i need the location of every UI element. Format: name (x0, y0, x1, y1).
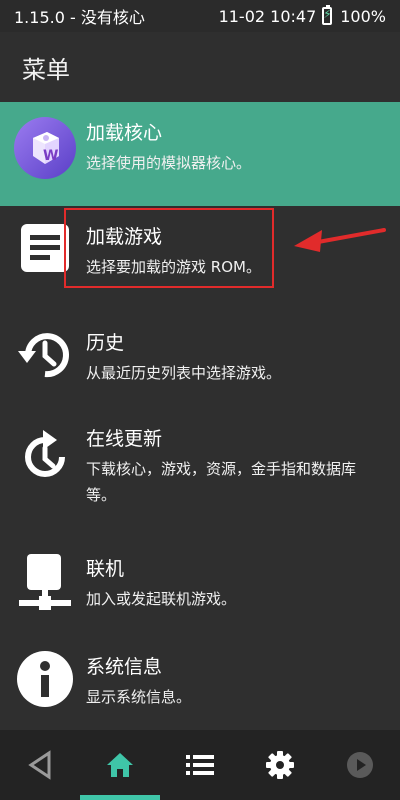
page-title: 菜单 (22, 55, 70, 84)
status-bar: 1.15.0 - 没有核心 11-02 10:47 ⚡ 100% (0, 0, 400, 32)
update-clock-icon (25, 430, 65, 477)
menu-texts: 加载核心 选择使用的模拟器核心。 (86, 116, 400, 176)
menu-icon-wrap (0, 326, 86, 384)
nav-play-button[interactable] (330, 735, 390, 795)
menu-item-load-core[interactable]: W 加载核心 选择使用的模拟器核心。 (0, 102, 400, 206)
menu-item-desc: 从最近历史列表中选择游戏。 (86, 364, 282, 382)
menu-item-desc: 加入或发起联机游戏。 (86, 590, 237, 608)
status-datetime: 11-02 10:47 (218, 6, 317, 26)
nav-settings-button[interactable] (250, 735, 310, 795)
menu-item-title: 加载核心 (86, 122, 163, 144)
title-bar: 菜单 (0, 32, 400, 102)
menu-item-title: 联机 (86, 558, 125, 580)
highlight-box (64, 208, 274, 288)
menu-item-system-info[interactable]: 系统信息 显示系统信息。 (0, 636, 400, 728)
menu-item-history[interactable]: 历史 从最近历史列表中选择游戏。 (0, 312, 400, 408)
battery-icon: ⚡ (322, 5, 333, 25)
list-icon (186, 755, 214, 775)
menu-item-desc: 下载核心，游戏，资源，金手指和数据库等。 (86, 460, 357, 504)
menu-texts: 系统信息 显示系统信息。 (86, 650, 400, 710)
menu-item-title: 系统信息 (86, 656, 163, 678)
menu-icon-wrap (0, 650, 86, 708)
menu-item-title: 历史 (86, 332, 125, 354)
arrow-annotation-icon (294, 228, 386, 252)
menu-item-desc: 显示系统信息。 (86, 688, 192, 706)
menu-icon-wrap (0, 422, 86, 486)
svg-text:W: W (43, 148, 58, 164)
menu-texts: 在线更新 下载核心，游戏，资源，金手指和数据库等。 (86, 422, 400, 508)
menu-item-online-update[interactable]: 在线更新 下载核心，游戏，资源，金手指和数据库等。 (0, 408, 400, 538)
menu-icon-wrap: W (0, 116, 86, 180)
nav-list-button[interactable] (170, 735, 230, 795)
status-app-info: 1.15.0 - 没有核心 (14, 8, 145, 27)
app-root: 1.15.0 - 没有核心 11-02 10:47 ⚡ 100% 菜单 W 加载… (0, 0, 400, 800)
menu-item-netplay[interactable]: 联机 加入或发起联机游戏。 (0, 538, 400, 636)
settings-icon (266, 751, 294, 779)
menu-texts: 联机 加入或发起联机游戏。 (86, 552, 400, 612)
back-icon (28, 750, 51, 780)
home-icon (107, 753, 133, 777)
nav-active-indicator (80, 795, 160, 800)
battery-level: 100% (340, 6, 386, 26)
menu-item-title: 在线更新 (86, 428, 163, 450)
info-icon (17, 651, 73, 707)
menu-texts: 历史 从最近历史列表中选择游戏。 (86, 326, 400, 386)
history-icon (18, 333, 69, 378)
network-icon (19, 554, 71, 610)
play-icon (347, 752, 373, 778)
bottom-nav (0, 730, 400, 800)
menu-item-desc: 选择使用的模拟器核心。 (86, 154, 252, 172)
status-right: 11-02 10:47 ⚡ 100% (218, 5, 386, 26)
core-app-icon: W (14, 117, 76, 179)
menu-list: W 加载核心 选择使用的模拟器核心。 加载游戏 选择要加载的游戏 ROM。 历史… (0, 102, 400, 728)
nav-home-button[interactable] (90, 735, 150, 795)
nav-back-button[interactable] (10, 735, 70, 795)
menu-icon-wrap (0, 552, 86, 616)
